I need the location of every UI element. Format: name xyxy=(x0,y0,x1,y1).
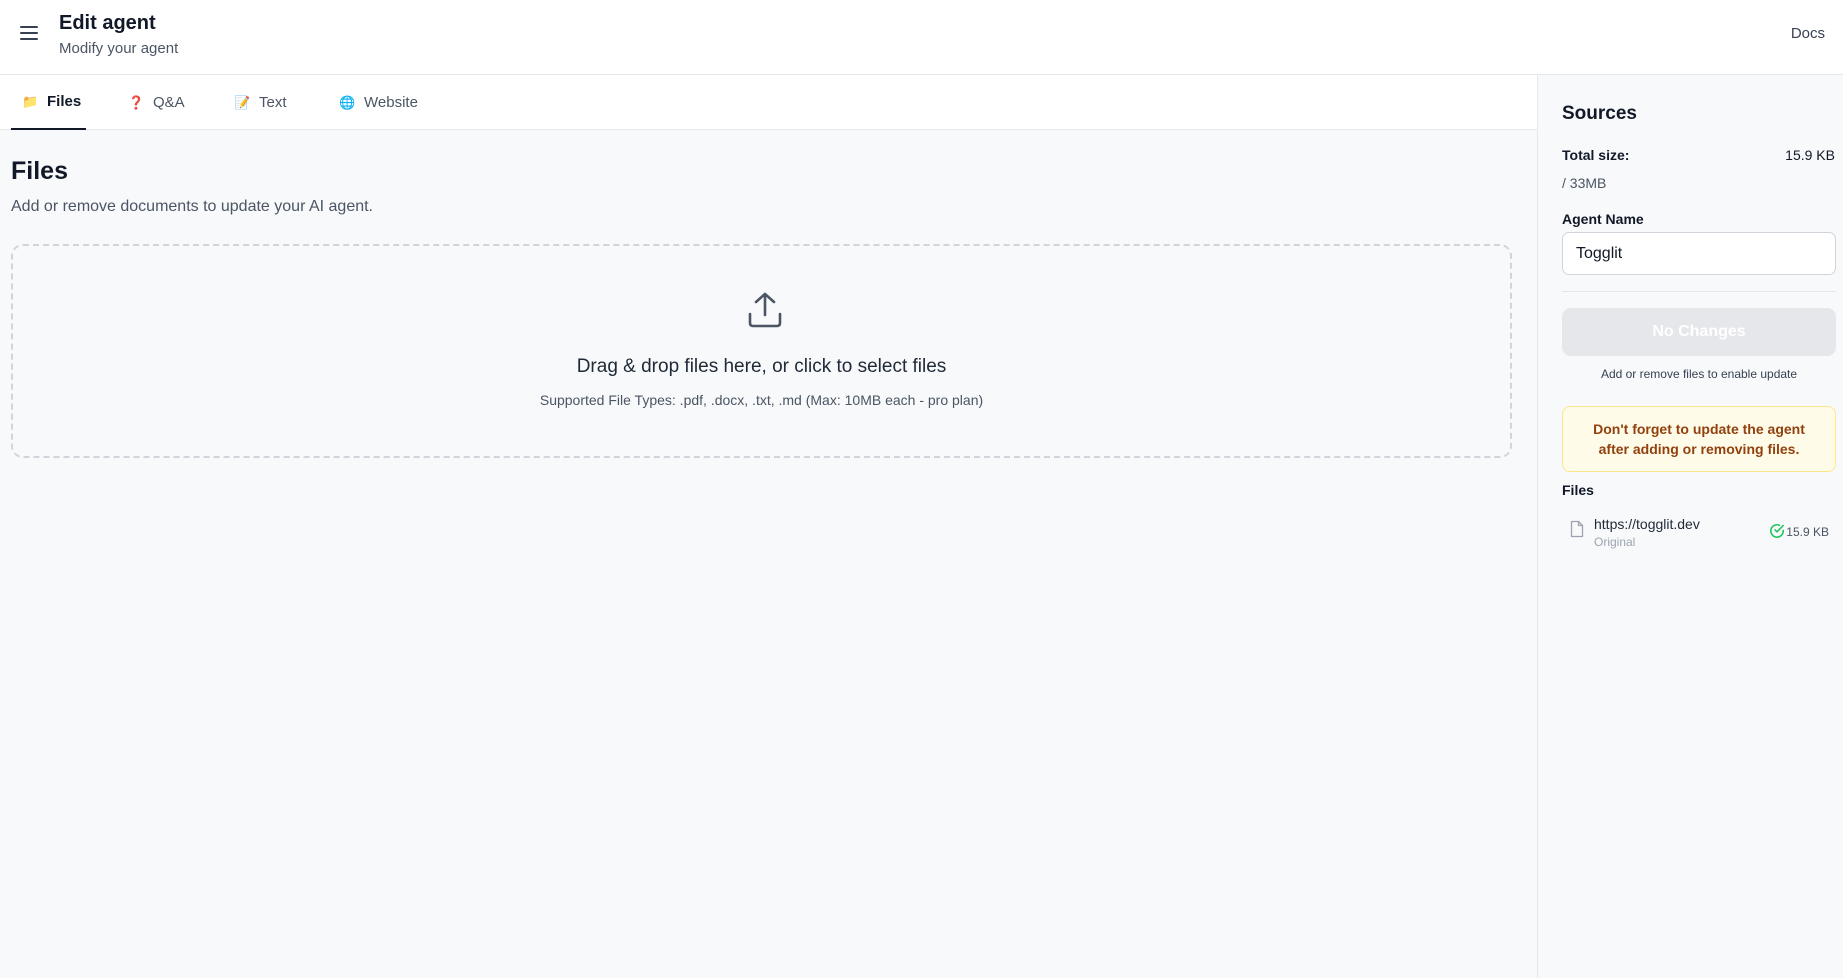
section-description: Add or remove documents to update your A… xyxy=(11,198,373,215)
globe-icon: 🌐 xyxy=(339,94,356,110)
tab-label: Files xyxy=(47,93,82,110)
total-size-label: Total size: xyxy=(1562,147,1630,163)
file-sub-label: Original xyxy=(1594,535,1636,549)
size-limit: / 33MB xyxy=(1562,175,1607,191)
tab-label: Website xyxy=(364,94,418,111)
check-circle-icon xyxy=(1770,524,1784,538)
list-item[interactable]: https://togglit.dev Original 15.9 KB xyxy=(1562,507,1836,557)
dropzone-title: Drag & drop files here, or click to sele… xyxy=(576,356,947,377)
top-header: Edit agent Modify your agent Docs xyxy=(0,0,1843,75)
files-label: Files xyxy=(1562,482,1594,498)
tab-text[interactable]: 📝 Text xyxy=(223,75,298,130)
main-content: 📁 Files ❓ Q&A 📝 Text 🌐 Website Files Add… xyxy=(0,75,1537,978)
update-hint: Add or remove files to enable update xyxy=(1600,367,1798,381)
file-name: https://togglit.dev xyxy=(1594,516,1700,532)
total-size-value: 15.9 KB xyxy=(1785,147,1835,163)
file-size: 15.9 KB xyxy=(1786,525,1829,539)
tab-label: Q&A xyxy=(153,94,185,111)
divider xyxy=(1562,291,1836,292)
sources-sidebar: Sources Total size: 15.9 KB / 33MB Agent… xyxy=(1537,75,1843,978)
dropzone-subtitle: Supported File Types: .pdf, .docx, .txt,… xyxy=(539,392,984,408)
folder-icon: 📁 xyxy=(22,93,39,109)
tab-label: Text xyxy=(259,94,287,111)
page-subtitle: Modify your agent xyxy=(59,40,179,57)
section-title: Files xyxy=(11,157,68,185)
update-button[interactable]: No Changes xyxy=(1562,308,1836,356)
tab-qa[interactable]: ❓ Q&A xyxy=(117,75,196,130)
file-dropzone[interactable]: Drag & drop files here, or click to sele… xyxy=(11,244,1512,458)
menu-icon[interactable] xyxy=(18,23,40,43)
tab-website[interactable]: 🌐 Website xyxy=(328,75,429,130)
docs-link[interactable]: Docs xyxy=(1791,25,1825,42)
agent-name-label: Agent Name xyxy=(1562,211,1644,227)
upload-icon xyxy=(748,292,782,328)
sources-title: Sources xyxy=(1562,103,1637,124)
tab-bar: 📁 Files ❓ Q&A 📝 Text 🌐 Website xyxy=(0,75,1537,130)
file-icon xyxy=(1570,520,1584,538)
tab-files[interactable]: 📁 Files xyxy=(11,75,86,130)
agent-name-input[interactable] xyxy=(1562,232,1836,275)
question-icon: ❓ xyxy=(128,94,145,110)
update-warning: Don't forget to update the agent after a… xyxy=(1562,406,1836,472)
page-title: Edit agent xyxy=(59,12,156,34)
memo-icon: 📝 xyxy=(234,94,251,110)
